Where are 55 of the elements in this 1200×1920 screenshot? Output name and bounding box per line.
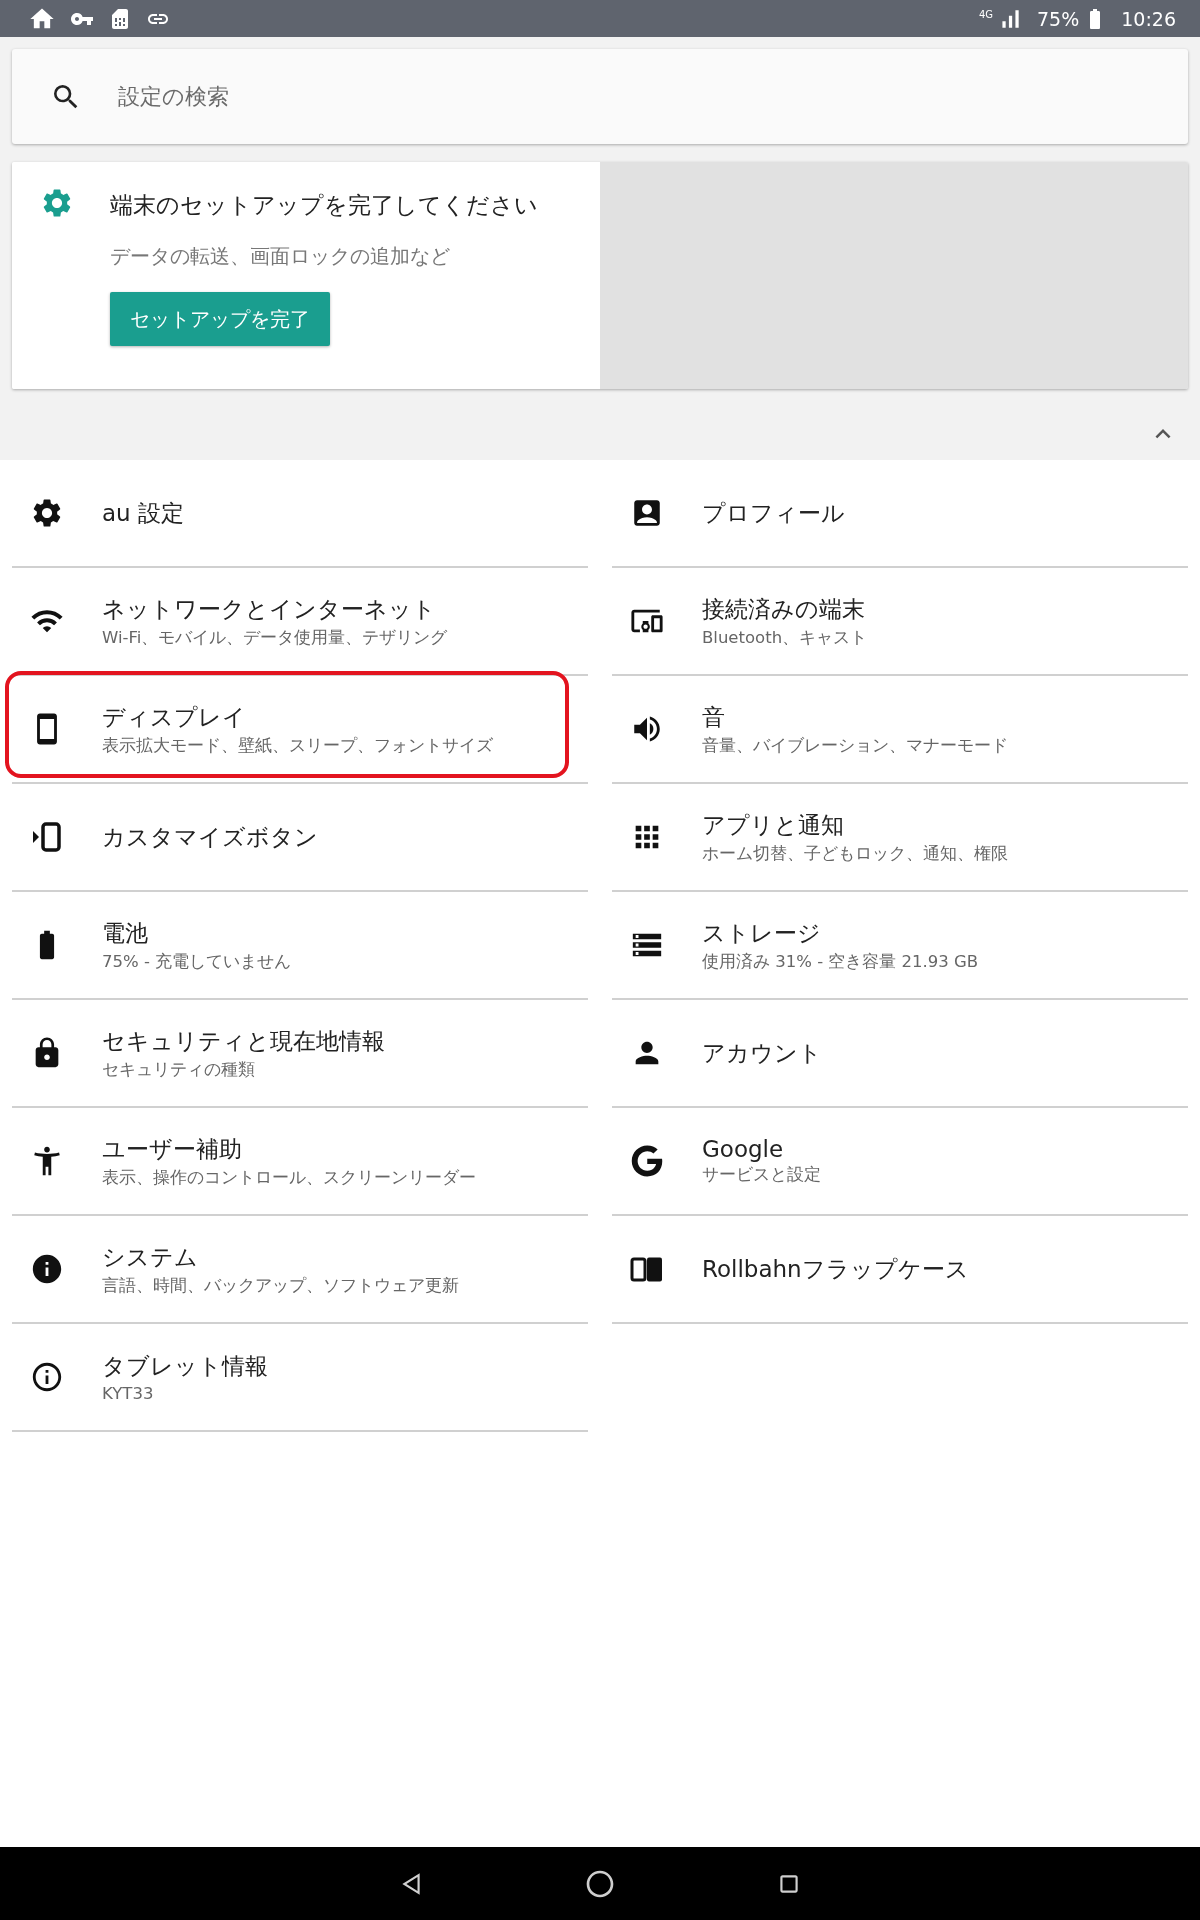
settings-item[interactable]: プロフィール [612,460,1188,568]
info-icon [30,1252,64,1286]
item-subtitle: セキュリティの種類 [102,1058,256,1081]
settings-item[interactable]: Rollbahnフラップケース [612,1216,1188,1324]
item-title: システム [102,1242,199,1272]
item-subtitle: 表示、操作のコントロール、スクリーンリーダー [102,1166,476,1189]
item-title: ストレージ [702,918,822,948]
item-subtitle: サービスと設定 [702,1164,821,1186]
item-subtitle: 表示拡大モード、壁紙、スリープ、フォントサイズ [102,734,493,757]
settings-item[interactable]: ネットワークとインターネット Wi-Fi、モバイル、データ使用量、テザリング [12,568,588,676]
card-title: 端末のセットアップを完了してください [110,191,538,220]
settings-item[interactable]: 電池 75% - 充電していません [12,892,588,1000]
item-subtitle: 音量、バイブレーション、マナーモード [702,734,1008,757]
search-field[interactable]: 設定の検索 [12,49,1188,144]
settings-item[interactable]: システム 言語、時間、バックアップ、ソフトウェア更新 [12,1216,588,1324]
network-type: 4G [978,8,993,20]
item-subtitle: 使用済み 31% - 空き容量 21.93 GB [702,950,979,973]
item-subtitle: Wi-Fi、モバイル、データ使用量、テザリング [102,626,448,649]
settings-item[interactable]: アプリと通知 ホーム切替、子どもロック、通知、権限 [612,784,1188,892]
item-subtitle: 言語、時間、バックアップ、ソフトウェア更新 [102,1274,459,1297]
item-title: Rollbahnフラップケース [702,1254,969,1284]
item-title: プロフィール [702,498,845,528]
settings-item[interactable]: カスタマイズボタン [12,784,588,892]
clock: 10:26 [1121,7,1176,30]
settings-item[interactable]: au 設定 [12,460,588,568]
battery-percent: 75% [1037,7,1080,30]
item-title: ユーザー補助 [102,1134,243,1164]
item-title: 接続済みの端末 [702,594,866,624]
settings-item[interactable]: ユーザー補助 表示、操作のコントロール、スクリーンリーダー [12,1108,588,1216]
item-subtitle: ホーム切替、子どもロック、通知、権限 [702,842,1008,865]
settings-item[interactable]: ストレージ 使用済み 31% - 空き容量 21.93 GB [612,892,1188,1000]
item-title: au 設定 [102,498,184,528]
item-title: 電池 [102,918,149,948]
item-title: セキュリティと現在地情報 [102,1026,385,1056]
phone-arrow-icon [30,820,64,854]
item-title: アカウント [702,1038,822,1068]
item-title: ネットワークとインターネット [102,594,437,624]
settings-item[interactable]: 接続済みの端末 Bluetooth、キャスト [612,568,1188,676]
item-subtitle: Bluetooth、キャスト [702,626,868,649]
item-title: Google [702,1136,785,1162]
item-title: 音 [702,702,726,732]
settings-item[interactable]: アカウント [612,1000,1188,1108]
item-title: カスタマイズボタン [102,822,318,852]
google-icon [631,1145,663,1177]
settings-item[interactable]: タブレット情報 KYT33 [12,1324,588,1432]
item-title: タブレット情報 [102,1352,268,1381]
item-subtitle: KYT33 [102,1384,155,1403]
settings-item[interactable]: セキュリティと現在地情報 セキュリティの種類 [12,1000,588,1108]
item-subtitle: 75% - 充電していません [102,950,292,973]
item-title: ディスプレイ [102,702,247,732]
settings-item[interactable]: 音 音量、バイブレーション、マナーモード [612,676,1188,784]
settings-item[interactable]: Google サービスと設定 [612,1108,1188,1216]
settings-item[interactable]: ディスプレイ 表示拡大モード、壁紙、スリープ、フォントサイズ [12,676,588,784]
item-title: アプリと通知 [702,810,845,840]
card-subtitle: データの転送、画面ロックの追加など [110,243,450,270]
